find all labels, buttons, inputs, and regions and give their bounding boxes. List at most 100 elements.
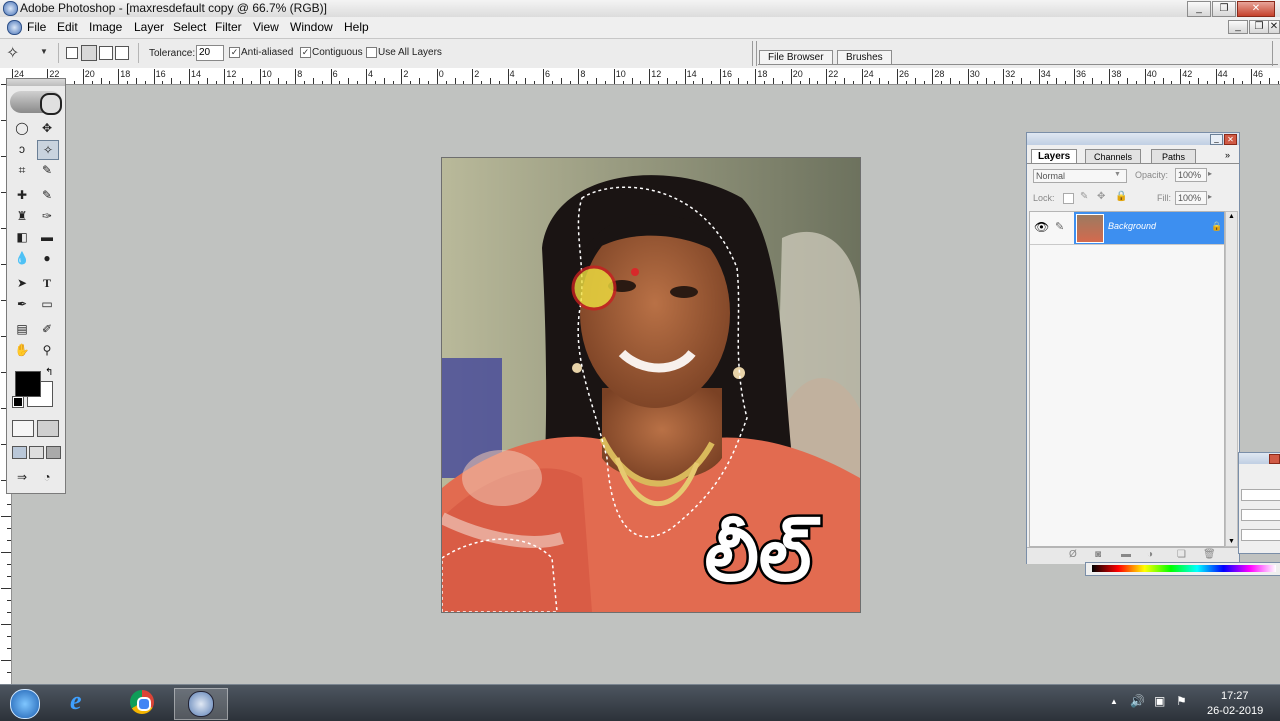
hidden-palette[interactable] xyxy=(1238,452,1280,554)
trash-icon[interactable]: 🗑 xyxy=(1203,549,1216,560)
crop-tool-icon[interactable]: ⌗ xyxy=(12,161,32,179)
add-selection-icon[interactable] xyxy=(81,45,97,61)
close-icon[interactable]: ✕ xyxy=(1237,1,1275,17)
lock-transparency-icon[interactable] xyxy=(1063,193,1074,204)
lock-position-icon[interactable]: ✥ xyxy=(1097,191,1105,202)
opacity-slider-icon[interactable]: ▸ xyxy=(1208,169,1212,178)
tab-brushes[interactable]: Brushes xyxy=(837,50,892,65)
photoshop-taskbar-button[interactable] xyxy=(174,688,228,720)
menu-view[interactable]: View xyxy=(253,20,279,34)
palette-minimize-icon[interactable]: _ xyxy=(1210,134,1223,145)
adjustment-layer-icon[interactable]: ◑ xyxy=(1147,549,1153,560)
tolerance-input[interactable]: 20 xyxy=(196,45,224,61)
tab-layers[interactable]: Layers xyxy=(1031,149,1078,164)
tab-paths[interactable]: Paths xyxy=(1151,149,1197,164)
hidden-field[interactable] xyxy=(1241,529,1280,541)
palette-close-icon[interactable]: ✕ xyxy=(1224,134,1237,145)
marquee-tool-icon[interactable]: ◯ xyxy=(12,119,32,137)
volume-icon[interactable]: 🔊 xyxy=(1130,694,1145,708)
adobe-online-icon[interactable] xyxy=(10,91,62,115)
foreground-color-swatch[interactable] xyxy=(15,371,41,397)
history-brush-icon[interactable]: ✑ xyxy=(37,207,57,225)
restore-icon[interactable]: ❐ xyxy=(1212,1,1236,17)
tab-channels[interactable]: Channels xyxy=(1085,149,1142,164)
menu-select[interactable]: Select xyxy=(173,20,206,34)
menu-file[interactable]: File xyxy=(27,20,46,34)
document-icon[interactable] xyxy=(7,20,22,35)
network-icon[interactable]: ▣ xyxy=(1154,694,1165,708)
eraser-tool-icon[interactable]: ◧ xyxy=(12,228,32,246)
chevron-down-icon[interactable]: ▼ xyxy=(40,47,48,56)
new-layer-icon[interactable]: ❏ xyxy=(1177,549,1186,560)
document-canvas[interactable]: లీల్ xyxy=(441,157,861,613)
menu-edit[interactable]: Edit xyxy=(57,20,78,34)
clock-time[interactable]: 17:27 xyxy=(1221,690,1249,702)
palette-menu-icon[interactable]: » xyxy=(1225,150,1230,160)
magic-wand-tool-icon[interactable]: ✧ xyxy=(37,140,59,160)
use-all-layers-checkbox[interactable] xyxy=(366,47,377,58)
slice-tool-icon[interactable]: ✎ xyxy=(37,161,57,179)
color-palette[interactable] xyxy=(1085,562,1280,576)
layer-style-icon[interactable]: Ø xyxy=(1069,549,1077,560)
layer-row-background[interactable]: 👁 ✎ Background 🔒 xyxy=(1030,212,1224,245)
layer-mask-icon[interactable]: ◙ xyxy=(1095,549,1101,560)
clock-date[interactable]: 26-02-2019 xyxy=(1207,705,1263,717)
blur-tool-icon[interactable]: 💧 xyxy=(12,249,32,267)
eye-icon[interactable]: 👁 xyxy=(1034,220,1049,234)
lock-image-icon[interactable]: ✎ xyxy=(1080,191,1088,202)
doc-restore-icon[interactable]: ❐ xyxy=(1249,20,1269,34)
brush-tool-icon[interactable]: ✎ xyxy=(37,186,57,204)
opacity-input[interactable]: 100% xyxy=(1175,168,1207,182)
default-colors-icon[interactable] xyxy=(12,396,24,408)
full-screen-menu-mode-icon[interactable] xyxy=(29,446,44,459)
new-selection-icon[interactable] xyxy=(66,47,78,59)
imageready-icon[interactable]: ◔ xyxy=(37,468,57,486)
layers-scrollbar[interactable]: ▲ ▼ xyxy=(1225,211,1238,547)
lock-all-icon[interactable]: 🔒 xyxy=(1115,191,1127,202)
minimize-icon[interactable]: _ xyxy=(1187,1,1211,17)
hidden-palette-close-icon[interactable] xyxy=(1269,454,1280,464)
doc-minimize-icon[interactable]: _ xyxy=(1228,20,1248,34)
anti-aliased-checkbox[interactable]: ✓ xyxy=(229,47,240,58)
color-ramp[interactable] xyxy=(1092,565,1276,572)
fill-slider-icon[interactable]: ▸ xyxy=(1208,192,1212,201)
full-screen-mode-icon[interactable] xyxy=(46,446,61,459)
scroll-down-icon[interactable]: ▼ xyxy=(1228,538,1235,545)
swap-colors-icon[interactable]: ↰ xyxy=(45,367,53,378)
show-hidden-icons-icon[interactable]: ▲ xyxy=(1110,697,1118,706)
menu-filter[interactable]: Filter xyxy=(215,20,242,34)
hidden-field[interactable] xyxy=(1241,509,1280,521)
chrome-icon[interactable] xyxy=(122,688,162,718)
shape-tool-icon[interactable]: ▭ xyxy=(37,295,57,313)
type-tool-icon[interactable]: T xyxy=(37,274,57,292)
path-selection-icon[interactable]: ➤ xyxy=(12,274,32,292)
hand-tool-icon[interactable]: ✋ xyxy=(12,341,32,359)
jump-to-imageready-icon[interactable]: ⇒ xyxy=(12,468,32,486)
zoom-tool-icon[interactable]: ⚲ xyxy=(37,341,57,359)
magic-wand-tool-preset-icon[interactable]: ✧ xyxy=(6,43,19,63)
gradient-tool-icon[interactable]: ▬ xyxy=(37,228,57,246)
dodge-tool-icon[interactable]: ● xyxy=(37,249,57,267)
toolbox-titlebar[interactable] xyxy=(7,79,65,86)
eyedropper-tool-icon[interactable]: ✐ xyxy=(37,320,57,338)
subtract-selection-icon[interactable] xyxy=(99,46,113,60)
standard-screen-mode-icon[interactable] xyxy=(12,446,27,459)
doc-close-icon[interactable]: ✕ xyxy=(1268,20,1280,34)
notes-tool-icon[interactable]: ▤ xyxy=(12,320,32,338)
menu-help[interactable]: Help xyxy=(344,20,369,34)
start-button[interactable] xyxy=(4,688,44,719)
standard-mode-icon[interactable] xyxy=(12,420,34,437)
menu-image[interactable]: Image xyxy=(89,20,122,34)
action-center-flag-icon[interactable]: ⚑ xyxy=(1176,694,1187,708)
layer-name[interactable]: Background xyxy=(1108,221,1156,231)
pen-tool-icon[interactable]: ✒ xyxy=(12,295,32,313)
fill-input[interactable]: 100% xyxy=(1175,191,1207,205)
palette-titlebar[interactable]: _ ✕ xyxy=(1027,133,1239,145)
hidden-field[interactable] xyxy=(1241,489,1280,501)
quick-mask-mode-icon[interactable] xyxy=(37,420,59,437)
menu-window[interactable]: Window xyxy=(290,20,333,34)
move-tool-icon[interactable]: ✥ xyxy=(37,119,57,137)
clone-stamp-icon[interactable]: ♜ xyxy=(12,207,32,225)
lasso-tool-icon[interactable]: ↄ xyxy=(12,140,32,158)
menu-layer[interactable]: Layer xyxy=(134,20,164,34)
